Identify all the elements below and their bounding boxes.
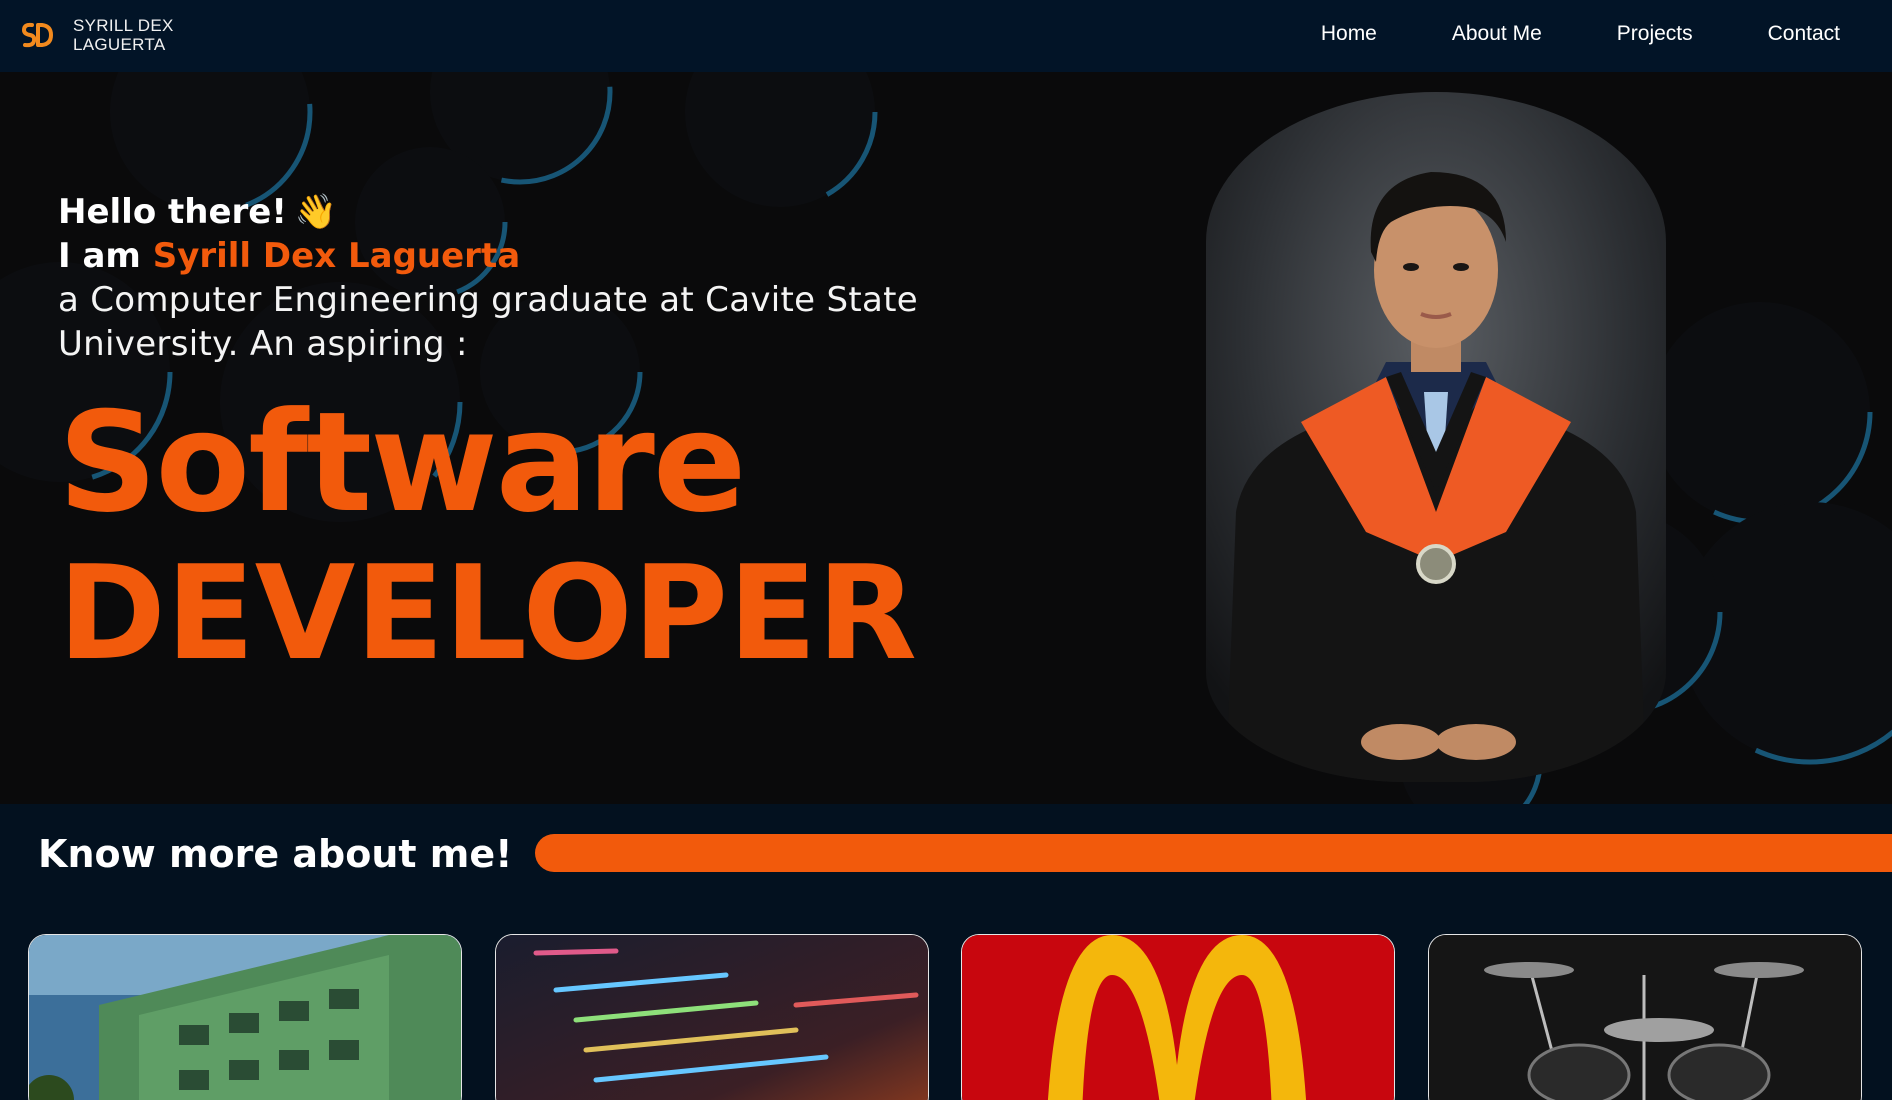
sd-logo-icon[interactable]: [20, 20, 54, 50]
waving-hand-icon: 👋: [294, 192, 338, 232]
intro-name-line: I am Syrill Dex Laguerta: [58, 234, 958, 278]
site-name-line1: SYRILL DEX: [73, 16, 174, 35]
nav-link-home[interactable]: Home: [1321, 22, 1377, 46]
about-accent-bar: [535, 834, 1892, 872]
nav-link-contact[interactable]: Contact: [1768, 22, 1840, 46]
mcdonalds-card[interactable]: [961, 934, 1395, 1100]
top-navbar: SYRILL DEX LAGUERTA Home About Me Projec…: [0, 0, 1892, 72]
role-line-1: Software: [58, 382, 746, 543]
greeting-text: Hello there!: [58, 192, 287, 232]
profile-portrait: [1206, 92, 1666, 782]
school-building-card[interactable]: [28, 934, 462, 1100]
greeting-line: Hello there! 👋: [58, 190, 958, 234]
nav-links: Home About Me Projects Contact: [1321, 22, 1840, 46]
drums-card[interactable]: [1428, 934, 1862, 1100]
hero-section: Hello there! 👋 I am Syrill Dex Laguerta a…: [0, 72, 1892, 804]
about-heading: Know more about me!: [38, 832, 513, 876]
hero-intro: Hello there! 👋 I am Syrill Dex Laguerta a…: [58, 190, 958, 688]
site-name-line2: LAGUERTA: [73, 35, 166, 54]
about-cards: [28, 934, 1864, 1100]
role-line-2: DEVELOPER: [58, 537, 918, 689]
nav-link-about-me[interactable]: About Me: [1452, 22, 1542, 46]
intro-description: a Computer Engineering graduate at Cavit…: [58, 280, 918, 364]
site-name[interactable]: SYRILL DEX LAGUERTA: [73, 16, 174, 54]
intro-prefix: I am: [58, 236, 153, 276]
intro-name: Syrill Dex Laguerta: [152, 236, 521, 276]
about-section: Know more about me!: [0, 804, 1892, 1100]
code-card[interactable]: [495, 934, 929, 1100]
nav-link-projects[interactable]: Projects: [1617, 22, 1693, 46]
